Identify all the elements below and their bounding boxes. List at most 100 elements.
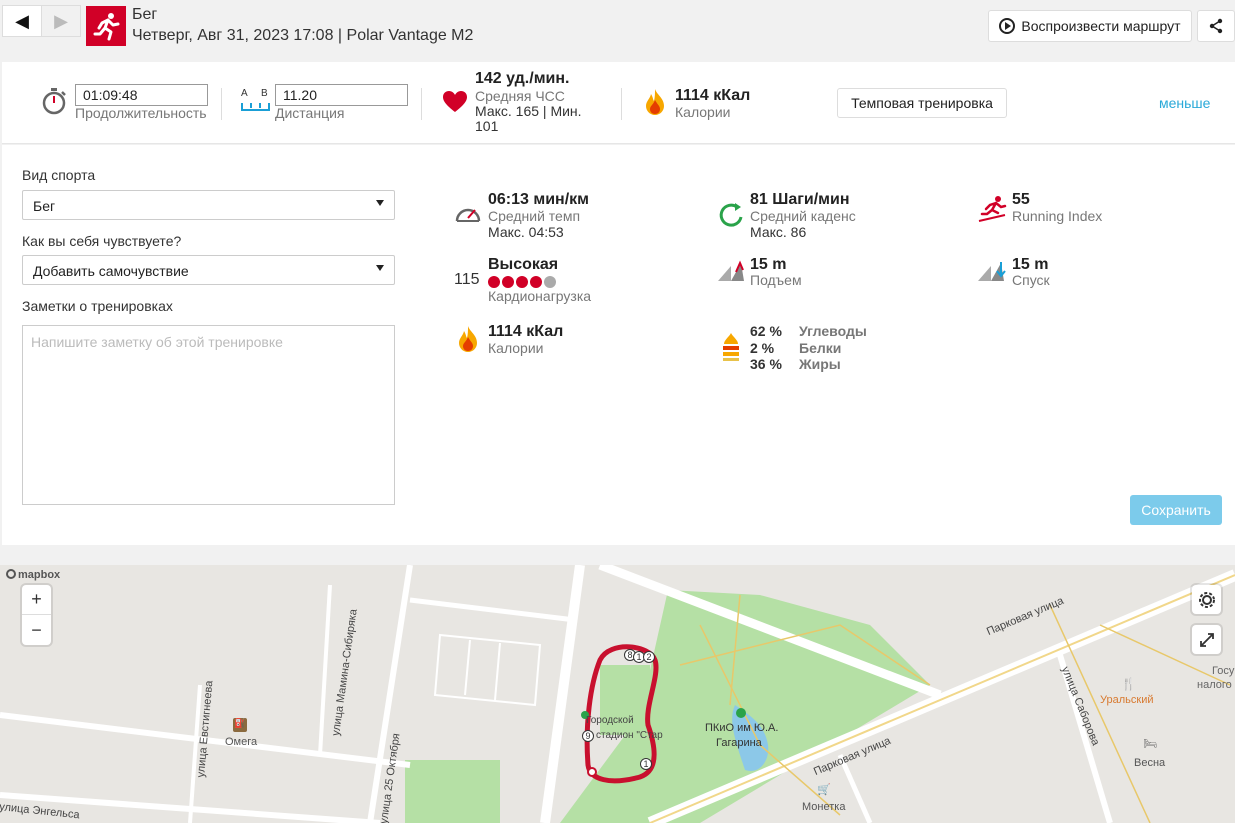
carbs-percent: 62 % [750, 323, 782, 339]
avg-hr-label: Средняя ЧСС [475, 88, 565, 104]
sport-title: Бег [132, 6, 158, 23]
ascent-label: Подъем [750, 272, 802, 288]
top-bar: ◀ ▶ Бег Четверг, Авг 31, 2023 17:08 | Po… [0, 0, 1235, 62]
descent-icon [978, 262, 1006, 281]
distance-input[interactable] [275, 84, 408, 106]
load-dot-empty [544, 275, 556, 288]
summary-calories-value: 1114 кКал [675, 87, 751, 104]
max-pace: Макс. 04:53 [488, 224, 564, 240]
speedometer-icon [455, 208, 481, 222]
cardio-load-value: Высокая [488, 256, 559, 273]
sport-select[interactable]: Бег [22, 190, 395, 220]
fork-knife-icon: 🍴 [1121, 677, 1136, 691]
sport-select-label: Вид спорта [22, 167, 96, 183]
map-label-poi: налого [1197, 679, 1232, 691]
cardio-load-label: Кардионагрузка [488, 288, 592, 304]
less-link[interactable]: меньше [1159, 95, 1210, 111]
map-label-poi: Уральский [1100, 694, 1154, 706]
next-activity-button[interactable]: ▶ [41, 5, 81, 37]
notes-textarea[interactable]: Напишите заметку об этой тренировке [22, 325, 395, 505]
avg-pace-label: Средний темп [488, 208, 581, 224]
feeling-select[interactable]: Добавить самочувствие [22, 255, 395, 285]
flame-icon [646, 89, 664, 115]
gear-icon [1198, 591, 1215, 608]
summary-panel: Продолжительность A B Дистанция 142 уд./… [2, 62, 1235, 144]
fuel-pump-icon: ⛽ [233, 718, 247, 732]
training-type-button[interactable]: Темповая тренировка [837, 88, 1007, 118]
km-marker: 2 [643, 651, 655, 663]
cart-icon: 🛒 [817, 784, 831, 796]
heart-icon [443, 91, 467, 112]
bed-icon: 🛏 [1143, 738, 1157, 750]
load-dot-filled [516, 275, 528, 288]
caret-down-icon [376, 265, 384, 271]
running-index-label: Running Index [1012, 208, 1103, 224]
share-icon [1209, 18, 1223, 34]
caret-down-icon [376, 200, 384, 206]
cardio-load-number: 115 [454, 271, 480, 288]
km-marker: 9 [582, 730, 594, 742]
play-route-button[interactable]: Воспроизвести маршрут [988, 10, 1192, 42]
calories-label: Калории [488, 340, 544, 356]
play-route-label: Воспроизвести маршрут [1021, 18, 1181, 34]
duration-label: Продолжительность [75, 105, 207, 121]
duration-input[interactable] [75, 84, 208, 106]
load-dot-filled [530, 275, 542, 288]
distance-label: Дистанция [275, 105, 345, 121]
summary-calories-label: Калории [675, 104, 731, 120]
cadence-icon [719, 203, 743, 227]
zoom-in-button[interactable]: + [22, 585, 51, 615]
save-button[interactable]: Сохранить [1130, 495, 1222, 525]
mapbox-logo: mapbox [6, 569, 60, 581]
avg-cadence-value: 81 Шаги/мин [750, 191, 850, 208]
running-index-icon [978, 196, 1007, 222]
feeling-select-value: Добавить самочувствие [33, 263, 189, 279]
divider [221, 88, 222, 120]
zoom-out-button[interactable]: − [22, 615, 51, 645]
fullscreen-button[interactable] [1192, 625, 1221, 654]
ascent-icon [718, 260, 744, 281]
notes-label: Заметки о тренировках [22, 298, 173, 314]
share-button[interactable] [1197, 10, 1235, 42]
km-marker: 1 [640, 758, 652, 770]
hr-min-max: Макс. 165 | Мин. 101 [475, 103, 582, 134]
map-label-poi: стадион "Стар [596, 730, 663, 741]
protein-label: Белки [799, 340, 842, 356]
triangle-left-icon: ◀ [15, 10, 29, 31]
load-dot-filled [488, 275, 500, 288]
zoom-control: + − [22, 585, 51, 645]
details-panel: Вид спорта Бег Как вы себя чувствуете? Д… [2, 145, 1235, 545]
stopwatch-icon [42, 88, 66, 115]
map-settings-button[interactable] [1192, 585, 1221, 614]
energy-sources-icon [723, 333, 739, 361]
load-dot-filled [502, 275, 514, 288]
prev-activity-button[interactable]: ◀ [2, 5, 42, 37]
avg-hr-value: 142 уд./мин. [475, 70, 570, 87]
avg-pace-value: 06:13 мин/км [488, 191, 589, 208]
fat-percent: 36 % [750, 356, 782, 372]
distance-ruler-icon: A B [241, 88, 271, 116]
map-label-poi: Гагарина [716, 737, 762, 749]
feeling-select-label: Как вы себя чувствуете? [22, 233, 182, 249]
map-label-poi: Весна [1134, 757, 1166, 769]
fat-label: Жиры [799, 356, 841, 372]
running-sport-icon [86, 6, 126, 46]
route-map[interactable]: mapbox + − Парковая улица Парковая улица… [0, 565, 1235, 823]
play-circle-icon [999, 18, 1016, 34]
avg-cadence-label: Средний каденс [750, 208, 856, 224]
max-cadence: Макс. 86 [750, 224, 807, 240]
map-label-poi: Госу [1212, 665, 1235, 677]
running-index-value: 55 [1012, 191, 1030, 208]
sport-select-value: Бег [33, 198, 56, 214]
notes-placeholder: Напишите заметку об этой тренировке [31, 334, 283, 350]
map-label-poi: Городской [586, 715, 634, 726]
descent-label: Спуск [1012, 272, 1050, 288]
divider [621, 88, 622, 120]
map-label-poi: Омега [225, 736, 258, 748]
calories-value: 1114 кКал [488, 323, 564, 340]
flame-icon [459, 326, 477, 352]
carbs-label: Углеводы [799, 323, 867, 339]
protein-percent: 2 % [750, 340, 775, 356]
triangle-right-icon: ▶ [54, 10, 68, 31]
map-label-poi: ПКиО им Ю.А. [705, 722, 779, 734]
